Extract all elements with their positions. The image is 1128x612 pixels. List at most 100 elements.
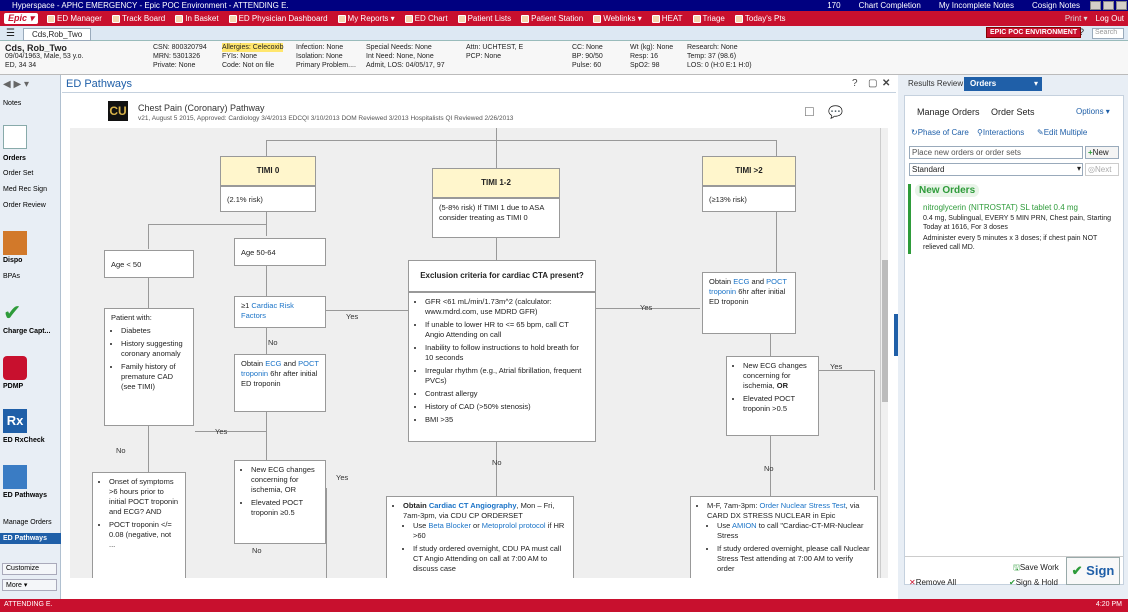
remove-all-button[interactable]: ✕Remove All xyxy=(909,578,956,587)
patient-allergies[interactable]: Allergies: Celecoxib FYIs: None Code: Not … xyxy=(222,43,284,70)
place-orders-input[interactable]: Place new orders or order sets xyxy=(909,146,1083,159)
chart-completion-link[interactable]: Chart Completion xyxy=(859,1,921,10)
nav-ed-pathways-active[interactable]: ED Pathways xyxy=(0,533,61,544)
order-sets-tab[interactable]: Order Sets xyxy=(991,107,1035,117)
obtain-ecg-troponin-box: Obtain ECG and POCT troponin 6hr after i… xyxy=(234,354,326,412)
amion-link[interactable]: AMION xyxy=(732,521,757,530)
menu-in-basket[interactable]: In Basket xyxy=(175,14,219,23)
close-icon[interactable]: ✕ xyxy=(882,78,890,89)
ecg-link[interactable]: ECG xyxy=(265,359,281,368)
nav-ed-rxcheck[interactable]: ED RxCheck xyxy=(3,437,45,444)
phase-of-care-link[interactable]: ↻Phase of Care xyxy=(911,128,969,137)
orders-content: Manage Orders Order Sets Options ▾ ↻Phas… xyxy=(904,95,1124,587)
chart-icon xyxy=(404,14,413,23)
nav-manage-orders[interactable]: Manage Orders xyxy=(3,519,52,526)
sign-and-hold-button[interactable]: ✔Sign & Hold xyxy=(1009,578,1058,587)
beta-blocker-link[interactable]: Beta Blocker xyxy=(428,521,471,530)
cardiac-risk-factors-box: ≥1 Cardiac Risk Factors xyxy=(234,296,326,328)
cardiac-ct-angiography-link[interactable]: Cardiac CT Angiography xyxy=(429,501,517,510)
help-circle-icon[interactable]: ? xyxy=(852,78,858,89)
new-ecg-changes-box: New ECG changes concerning for ischemia,… xyxy=(234,460,326,544)
timi0-header[interactable]: TIMI 0 xyxy=(220,156,316,186)
order-med-name[interactable]: nitroglycerin (NITROSTAT) SL tablet 0.4 … xyxy=(923,203,1078,212)
menu-my-reports[interactable]: My Reports ▾ xyxy=(337,14,395,23)
save-work-button[interactable]: 🖫Save Work xyxy=(1013,562,1059,576)
menu-patient-lists[interactable]: Patient Lists xyxy=(457,14,511,23)
customize-button[interactable]: Customize xyxy=(2,563,57,575)
menu-track-board[interactable]: Track Board xyxy=(111,14,165,23)
menu-ed-dashboard[interactable]: ED Physician Dashboard xyxy=(228,14,328,23)
hamburger-menu-icon[interactable]: ☰ xyxy=(6,28,15,39)
edit-icon: ✎ xyxy=(1037,128,1044,137)
epic-menu-button[interactable]: Epic ▾ xyxy=(4,13,39,24)
nav-pdmp[interactable]: PDMP xyxy=(3,383,23,390)
scrollbar-thumb[interactable] xyxy=(882,260,888,402)
obtain-ecg-troponin-box-2: Obtain ECG and POCT troponin 6hr after i… xyxy=(702,272,796,334)
nav-order-set[interactable]: Order Set xyxy=(3,170,33,177)
exclusion-criteria-header[interactable]: Exclusion criteria for cardiac CTA prese… xyxy=(408,260,596,292)
print-button[interactable]: Print ▾ xyxy=(1065,14,1088,23)
orders-tab-dropdown-icon[interactable]: ▾ xyxy=(1028,77,1044,91)
order-mode-select[interactable]: Standard ▾ xyxy=(909,163,1083,176)
manage-orders-tab[interactable]: Manage Orders xyxy=(917,107,980,117)
tab-results-review[interactable]: Results Review xyxy=(902,77,969,91)
menu-ed-manager[interactable]: ED Manager xyxy=(47,14,102,23)
patient-infection: Infection: None Isolation: None Primary Pr… xyxy=(296,44,356,69)
nav-ed-pathways[interactable]: ED Pathways xyxy=(3,492,47,499)
nav-orders[interactable]: Orders xyxy=(3,155,26,162)
nav-notes[interactable]: Notes xyxy=(3,100,21,107)
timi2-header[interactable]: TIMI >2 xyxy=(702,156,796,186)
new-order-button[interactable]: +New xyxy=(1085,146,1119,159)
nav-med-rec-sign[interactable]: Med Rec Sign xyxy=(3,186,47,193)
more-button[interactable]: More ▾ xyxy=(2,579,57,591)
nav-charge-capture[interactable]: Charge Capt... xyxy=(3,328,50,335)
remove-icon: ✕ xyxy=(909,578,916,587)
pathway-scrollbar[interactable] xyxy=(880,128,888,578)
menu-ed-chart[interactable]: ED Chart xyxy=(404,14,448,23)
pathway-panel-header: ED Pathways ? ▢ ✕ xyxy=(62,75,896,93)
back-arrow-icon[interactable]: ◀ ▶ ▾ xyxy=(3,79,29,90)
nav-dispo[interactable]: Dispo xyxy=(3,257,22,264)
next-button[interactable]: ◎Next xyxy=(1085,163,1119,176)
bookmark-icon[interactable]: ☐ xyxy=(804,105,815,119)
patient-name[interactable]: Cds, Rob_Two xyxy=(5,43,67,53)
incomplete-notes-link[interactable]: My Incomplete Notes xyxy=(939,1,1014,10)
menu-heat[interactable]: HEAT xyxy=(651,14,683,23)
edit-multiple-link[interactable]: ✎Edit Multiple xyxy=(1037,128,1087,137)
ecg-link[interactable]: ECG xyxy=(733,277,749,286)
timi12-header[interactable]: TIMI 1-2 xyxy=(432,168,560,198)
sign-button[interactable]: ✔ Sign xyxy=(1066,557,1120,585)
restore-icon[interactable]: ▢ xyxy=(868,78,877,89)
order-nuclear-stress-test-link[interactable]: Order Nuclear Stress Test xyxy=(760,501,846,510)
message-count[interactable]: 170 xyxy=(827,1,840,10)
help-icon[interactable]: ? xyxy=(1079,27,1084,37)
cosign-notes-link[interactable]: Cosign Notes xyxy=(1032,1,1080,10)
nav-bpas[interactable]: BPAs xyxy=(3,273,20,280)
menu-patient-station[interactable]: Patient Station xyxy=(521,14,583,23)
new-orders-section: New Orders nitroglycerin (NITROSTAT) SL … xyxy=(908,184,1122,254)
patient-tab[interactable]: Cds,Rob_Two xyxy=(23,28,92,41)
clock: 4:20 PM xyxy=(1095,601,1122,608)
maximize-button[interactable] xyxy=(1103,1,1114,10)
nav-order-review[interactable]: Order Review xyxy=(3,202,46,209)
environment-badge: EPIC POC ENVIRONMENT xyxy=(986,27,1082,38)
logout-button[interactable]: Log Out xyxy=(1096,14,1124,23)
no-label: No xyxy=(492,458,502,467)
menu-weblinks[interactable]: Weblinks ▾ xyxy=(593,14,642,23)
search-input[interactable]: Search xyxy=(1092,28,1124,39)
patient-tab-bar: ☰ Cds,Rob_Two EPIC POC ENVIRONMENT ? Sea… xyxy=(0,26,1128,41)
interactions-link[interactable]: ⚲Interactions xyxy=(977,128,1024,137)
sign-hold-icon: ✔ xyxy=(1009,578,1016,587)
comment-icon[interactable]: 💬 xyxy=(828,105,843,119)
university-logo: CU xyxy=(108,101,128,121)
menu-todays-pts[interactable]: Today's Pts xyxy=(734,14,786,23)
status-bar: ATTENDING E. 4:20 PM xyxy=(0,599,1128,612)
close-window-button[interactable] xyxy=(1116,1,1127,10)
no-label: No xyxy=(764,464,774,473)
options-menu[interactable]: Options ▾ xyxy=(1076,107,1110,116)
metoprolol-protocol-link[interactable]: Metoprolol protocol xyxy=(482,521,546,530)
pathway-meta: v21, August 5 2015, Approved: Cardiology… xyxy=(138,115,514,122)
minimize-button[interactable] xyxy=(1090,1,1101,10)
menu-triage[interactable]: Triage xyxy=(692,14,725,23)
next-icon: ◎ xyxy=(1088,165,1095,174)
